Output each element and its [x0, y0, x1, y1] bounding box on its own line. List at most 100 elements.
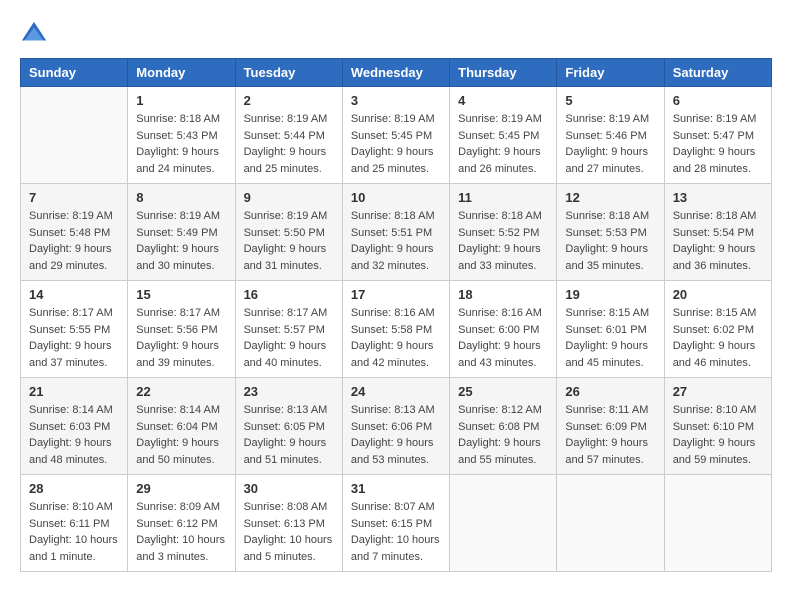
days-of-week-row: SundayMondayTuesdayWednesdayThursdayFrid… [21, 59, 772, 87]
day-number: 19 [565, 287, 655, 302]
day-info: Sunrise: 8:18 AMSunset: 5:43 PMDaylight:… [136, 111, 226, 177]
calendar-day-cell: 16 Sunrise: 8:17 AMSunset: 5:57 PMDaylig… [235, 281, 342, 378]
calendar-day-cell: 13 Sunrise: 8:18 AMSunset: 5:54 PMDaylig… [664, 184, 771, 281]
day-of-week-header: Saturday [664, 59, 771, 87]
day-info: Sunrise: 8:15 AMSunset: 6:02 PMDaylight:… [673, 305, 763, 371]
calendar-day-cell: 21 Sunrise: 8:14 AMSunset: 6:03 PMDaylig… [21, 378, 128, 475]
day-number: 22 [136, 384, 226, 399]
day-number: 8 [136, 190, 226, 205]
calendar-day-cell: 24 Sunrise: 8:13 AMSunset: 6:06 PMDaylig… [342, 378, 449, 475]
day-number: 17 [351, 287, 441, 302]
day-of-week-header: Wednesday [342, 59, 449, 87]
day-of-week-header: Tuesday [235, 59, 342, 87]
day-info: Sunrise: 8:17 AMSunset: 5:55 PMDaylight:… [29, 305, 119, 371]
day-number: 2 [244, 93, 334, 108]
day-of-week-header: Monday [128, 59, 235, 87]
day-info: Sunrise: 8:08 AMSunset: 6:13 PMDaylight:… [244, 499, 334, 565]
day-of-week-header: Thursday [450, 59, 557, 87]
calendar-day-cell [557, 475, 664, 572]
day-number: 6 [673, 93, 763, 108]
day-number: 28 [29, 481, 119, 496]
calendar-day-cell: 1 Sunrise: 8:18 AMSunset: 5:43 PMDayligh… [128, 87, 235, 184]
calendar-day-cell: 7 Sunrise: 8:19 AMSunset: 5:48 PMDayligh… [21, 184, 128, 281]
day-info: Sunrise: 8:19 AMSunset: 5:47 PMDaylight:… [673, 111, 763, 177]
calendar-day-cell: 15 Sunrise: 8:17 AMSunset: 5:56 PMDaylig… [128, 281, 235, 378]
calendar-day-cell: 23 Sunrise: 8:13 AMSunset: 6:05 PMDaylig… [235, 378, 342, 475]
calendar-day-cell: 18 Sunrise: 8:16 AMSunset: 6:00 PMDaylig… [450, 281, 557, 378]
day-info: Sunrise: 8:10 AMSunset: 6:11 PMDaylight:… [29, 499, 119, 565]
day-info: Sunrise: 8:18 AMSunset: 5:52 PMDaylight:… [458, 208, 548, 274]
calendar-day-cell: 27 Sunrise: 8:10 AMSunset: 6:10 PMDaylig… [664, 378, 771, 475]
calendar-day-cell: 10 Sunrise: 8:18 AMSunset: 5:51 PMDaylig… [342, 184, 449, 281]
day-info: Sunrise: 8:19 AMSunset: 5:49 PMDaylight:… [136, 208, 226, 274]
day-info: Sunrise: 8:18 AMSunset: 5:54 PMDaylight:… [673, 208, 763, 274]
day-number: 9 [244, 190, 334, 205]
day-info: Sunrise: 8:14 AMSunset: 6:04 PMDaylight:… [136, 402, 226, 468]
calendar-day-cell: 22 Sunrise: 8:14 AMSunset: 6:04 PMDaylig… [128, 378, 235, 475]
logo-icon [20, 20, 48, 48]
day-number: 10 [351, 190, 441, 205]
calendar-day-cell: 6 Sunrise: 8:19 AMSunset: 5:47 PMDayligh… [664, 87, 771, 184]
calendar-day-cell: 30 Sunrise: 8:08 AMSunset: 6:13 PMDaylig… [235, 475, 342, 572]
calendar-day-cell: 2 Sunrise: 8:19 AMSunset: 5:44 PMDayligh… [235, 87, 342, 184]
day-number: 18 [458, 287, 548, 302]
day-info: Sunrise: 8:19 AMSunset: 5:50 PMDaylight:… [244, 208, 334, 274]
calendar-week-row: 1 Sunrise: 8:18 AMSunset: 5:43 PMDayligh… [21, 87, 772, 184]
day-number: 21 [29, 384, 119, 399]
calendar-day-cell: 17 Sunrise: 8:16 AMSunset: 5:58 PMDaylig… [342, 281, 449, 378]
day-info: Sunrise: 8:13 AMSunset: 6:05 PMDaylight:… [244, 402, 334, 468]
day-info: Sunrise: 8:16 AMSunset: 6:00 PMDaylight:… [458, 305, 548, 371]
calendar-day-cell: 25 Sunrise: 8:12 AMSunset: 6:08 PMDaylig… [450, 378, 557, 475]
day-info: Sunrise: 8:18 AMSunset: 5:51 PMDaylight:… [351, 208, 441, 274]
calendar-week-row: 14 Sunrise: 8:17 AMSunset: 5:55 PMDaylig… [21, 281, 772, 378]
day-of-week-header: Sunday [21, 59, 128, 87]
day-number: 14 [29, 287, 119, 302]
calendar-day-cell: 28 Sunrise: 8:10 AMSunset: 6:11 PMDaylig… [21, 475, 128, 572]
calendar-day-cell: 20 Sunrise: 8:15 AMSunset: 6:02 PMDaylig… [664, 281, 771, 378]
calendar-day-cell: 3 Sunrise: 8:19 AMSunset: 5:45 PMDayligh… [342, 87, 449, 184]
calendar-table: SundayMondayTuesdayWednesdayThursdayFrid… [20, 58, 772, 572]
day-number: 25 [458, 384, 548, 399]
day-number: 29 [136, 481, 226, 496]
calendar-day-cell [664, 475, 771, 572]
calendar-day-cell: 14 Sunrise: 8:17 AMSunset: 5:55 PMDaylig… [21, 281, 128, 378]
calendar-day-cell: 4 Sunrise: 8:19 AMSunset: 5:45 PMDayligh… [450, 87, 557, 184]
day-info: Sunrise: 8:13 AMSunset: 6:06 PMDaylight:… [351, 402, 441, 468]
day-info: Sunrise: 8:16 AMSunset: 5:58 PMDaylight:… [351, 305, 441, 371]
calendar-day-cell: 26 Sunrise: 8:11 AMSunset: 6:09 PMDaylig… [557, 378, 664, 475]
calendar-day-cell: 11 Sunrise: 8:18 AMSunset: 5:52 PMDaylig… [450, 184, 557, 281]
calendar-day-cell: 8 Sunrise: 8:19 AMSunset: 5:49 PMDayligh… [128, 184, 235, 281]
day-info: Sunrise: 8:10 AMSunset: 6:10 PMDaylight:… [673, 402, 763, 468]
day-number: 1 [136, 93, 226, 108]
day-number: 12 [565, 190, 655, 205]
day-info: Sunrise: 8:12 AMSunset: 6:08 PMDaylight:… [458, 402, 548, 468]
day-number: 4 [458, 93, 548, 108]
day-number: 23 [244, 384, 334, 399]
day-of-week-header: Friday [557, 59, 664, 87]
day-number: 16 [244, 287, 334, 302]
day-number: 5 [565, 93, 655, 108]
day-info: Sunrise: 8:09 AMSunset: 6:12 PMDaylight:… [136, 499, 226, 565]
calendar-week-row: 28 Sunrise: 8:10 AMSunset: 6:11 PMDaylig… [21, 475, 772, 572]
day-number: 26 [565, 384, 655, 399]
day-info: Sunrise: 8:11 AMSunset: 6:09 PMDaylight:… [565, 402, 655, 468]
day-info: Sunrise: 8:14 AMSunset: 6:03 PMDaylight:… [29, 402, 119, 468]
day-info: Sunrise: 8:18 AMSunset: 5:53 PMDaylight:… [565, 208, 655, 274]
day-info: Sunrise: 8:19 AMSunset: 5:45 PMDaylight:… [351, 111, 441, 177]
page-header [20, 20, 772, 48]
day-number: 11 [458, 190, 548, 205]
day-number: 30 [244, 481, 334, 496]
day-number: 3 [351, 93, 441, 108]
day-info: Sunrise: 8:19 AMSunset: 5:45 PMDaylight:… [458, 111, 548, 177]
day-number: 13 [673, 190, 763, 205]
calendar-day-cell [450, 475, 557, 572]
day-info: Sunrise: 8:17 AMSunset: 5:57 PMDaylight:… [244, 305, 334, 371]
day-number: 27 [673, 384, 763, 399]
day-info: Sunrise: 8:07 AMSunset: 6:15 PMDaylight:… [351, 499, 441, 565]
day-number: 20 [673, 287, 763, 302]
logo [20, 20, 52, 48]
calendar-week-row: 21 Sunrise: 8:14 AMSunset: 6:03 PMDaylig… [21, 378, 772, 475]
day-number: 7 [29, 190, 119, 205]
day-number: 24 [351, 384, 441, 399]
day-info: Sunrise: 8:19 AMSunset: 5:46 PMDaylight:… [565, 111, 655, 177]
